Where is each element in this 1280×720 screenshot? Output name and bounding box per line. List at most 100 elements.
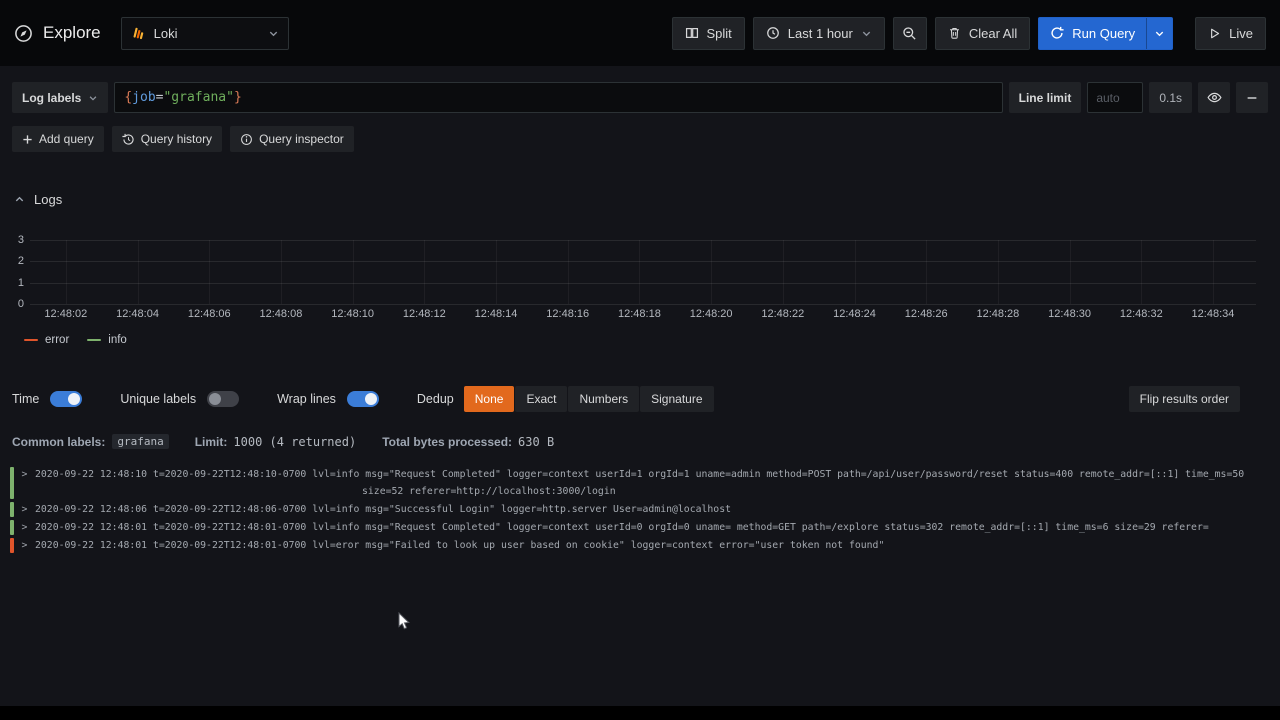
chart-vgridline xyxy=(496,240,497,304)
dedup-option-none[interactable]: None xyxy=(464,386,515,412)
time-toggle[interactable] xyxy=(50,391,82,407)
logs-meta-row: Common labels: grafana Limit: 1000 (4 re… xyxy=(12,434,554,449)
query-history-button[interactable]: Query history xyxy=(112,126,222,152)
explore-content: Log labels {job="grafana"} Line limit 0.… xyxy=(0,66,1280,706)
chart-vgridline xyxy=(66,240,67,304)
y-tick-label: 0 xyxy=(18,298,24,310)
log-row[interactable]: >2020-09-22 12:48:01 t=2020-09-22T12:48:… xyxy=(0,537,1280,554)
chart-vgridline xyxy=(568,240,569,304)
run-query-dropdown[interactable] xyxy=(1146,18,1172,49)
legend-label: error xyxy=(45,334,69,346)
y-tick-label: 2 xyxy=(18,255,24,267)
dedup-option-exact[interactable]: Exact xyxy=(515,386,567,412)
expand-arrow-icon[interactable]: > xyxy=(14,519,35,536)
logs-chart-xlabels: 12:48:0212:48:0412:48:0612:48:0812:48:10… xyxy=(30,308,1256,322)
run-query-button[interactable]: Run Query xyxy=(1038,17,1173,50)
dedup-option-numbers[interactable]: Numbers xyxy=(568,386,639,412)
chart-hgridline xyxy=(30,240,1256,241)
log-line: 2020-09-22 12:48:10 t=2020-09-22T12:48:1… xyxy=(35,466,1266,483)
log-labels-label: Log labels xyxy=(22,91,81,105)
log-text: 2020-09-22 12:48:06 t=2020-09-22T12:48:0… xyxy=(35,501,1266,518)
split-button[interactable]: Split xyxy=(672,17,745,50)
query-inspector-button[interactable]: Query inspector xyxy=(230,126,354,152)
remove-query-button[interactable] xyxy=(1236,82,1268,113)
common-labels-label: Common labels: xyxy=(12,435,105,449)
dedup-option-signature[interactable]: Signature xyxy=(640,386,713,412)
log-text: 2020-09-22 12:48:01 t=2020-09-22T12:48:0… xyxy=(35,537,1266,554)
chevron-down-icon xyxy=(861,28,872,39)
expand-arrow-icon[interactable]: > xyxy=(14,466,35,500)
x-tick-label: 12:48:16 xyxy=(546,308,589,320)
toggle-group: Unique labels xyxy=(120,391,239,407)
line-limit-label: Line limit xyxy=(1009,82,1082,113)
split-label: Split xyxy=(707,26,732,41)
plus-icon xyxy=(22,134,33,145)
toggle-label: Wrap lines xyxy=(277,392,336,406)
toggle-knob xyxy=(365,393,377,405)
hide-response-button[interactable] xyxy=(1198,82,1230,113)
chart-vgridline xyxy=(998,240,999,304)
loki-logo xyxy=(131,26,146,41)
add-query-button[interactable]: Add query xyxy=(12,126,104,152)
line-limit-input[interactable] xyxy=(1087,82,1143,113)
toggle-group: Wrap lines xyxy=(277,391,379,407)
wrap-lines-toggle[interactable] xyxy=(347,391,379,407)
time-range-label: Last 1 hour xyxy=(788,26,853,41)
chart-vgridline xyxy=(1213,240,1214,304)
eye-icon xyxy=(1207,90,1222,105)
chart-vgridline xyxy=(926,240,927,304)
zoom-out-button[interactable] xyxy=(893,17,927,50)
toggle-group: Time xyxy=(12,391,82,407)
chart-hgridline xyxy=(30,261,1256,262)
dedup-options: NoneExactNumbersSignature xyxy=(464,386,714,412)
chart-vgridline xyxy=(424,240,425,304)
logs-chart-ylabels: 0123 xyxy=(4,240,24,304)
x-tick-label: 12:48:26 xyxy=(905,308,948,320)
time-range-picker[interactable]: Last 1 hour xyxy=(753,17,885,50)
live-button[interactable]: Live xyxy=(1195,17,1266,50)
unique-labels-toggle[interactable] xyxy=(207,391,239,407)
x-tick-label: 12:48:06 xyxy=(188,308,231,320)
logs-chart-legend: error info xyxy=(24,334,127,346)
query-duration: 0.1s xyxy=(1149,82,1192,113)
chart-hgridline xyxy=(30,304,1256,305)
dedup-label: Dedup xyxy=(417,392,454,406)
logs-panel-title: Logs xyxy=(34,192,62,207)
query-token-string: "grafana" xyxy=(163,90,233,105)
log-row[interactable]: >2020-09-22 12:48:01 t=2020-09-22T12:48:… xyxy=(0,519,1280,536)
x-tick-label: 12:48:08 xyxy=(260,308,303,320)
logs-chart-plot xyxy=(30,240,1256,304)
clear-all-label: Clear All xyxy=(969,26,1017,41)
chevron-down-icon xyxy=(268,28,279,39)
info-circle-icon xyxy=(240,133,253,146)
datasource-picker[interactable]: Loki xyxy=(121,17,289,50)
live-label: Live xyxy=(1229,26,1253,41)
x-tick-label: 12:48:32 xyxy=(1120,308,1163,320)
x-tick-label: 12:48:34 xyxy=(1192,308,1235,320)
top-toolbar: Explore Loki Split Last 1 hour xyxy=(0,0,1280,66)
refresh-icon xyxy=(1050,26,1064,40)
query-history-label: Query history xyxy=(141,132,212,146)
x-tick-label: 12:48:04 xyxy=(116,308,159,320)
query-input[interactable]: {job="grafana"} xyxy=(114,82,1002,113)
toolbar-actions: Split Last 1 hour Clear All xyxy=(672,17,1267,50)
chevron-up-icon xyxy=(14,194,25,205)
query-inspector-label: Query inspector xyxy=(259,132,344,146)
x-tick-label: 12:48:14 xyxy=(475,308,518,320)
chart-vgridline xyxy=(1141,240,1142,304)
expand-arrow-icon[interactable]: > xyxy=(14,501,35,518)
x-tick-label: 12:48:18 xyxy=(618,308,661,320)
logs-panel-header[interactable]: Logs xyxy=(14,192,62,207)
x-tick-label: 12:48:20 xyxy=(690,308,733,320)
query-actions-row: Add query Query history Query inspector xyxy=(12,126,354,152)
legend-item-info[interactable]: info xyxy=(87,334,127,346)
expand-arrow-icon[interactable]: > xyxy=(14,537,35,554)
log-row[interactable]: >2020-09-22 12:48:10 t=2020-09-22T12:48:… xyxy=(0,466,1280,500)
clear-all-button[interactable]: Clear All xyxy=(935,17,1030,50)
log-row[interactable]: >2020-09-22 12:48:06 t=2020-09-22T12:48:… xyxy=(0,501,1280,518)
chart-vgridline xyxy=(1070,240,1071,304)
legend-item-error[interactable]: error xyxy=(24,334,69,346)
flip-results-order-button[interactable]: Flip results order xyxy=(1129,386,1240,412)
query-token-op: = xyxy=(156,90,164,105)
log-labels-dropdown[interactable]: Log labels xyxy=(12,82,108,113)
